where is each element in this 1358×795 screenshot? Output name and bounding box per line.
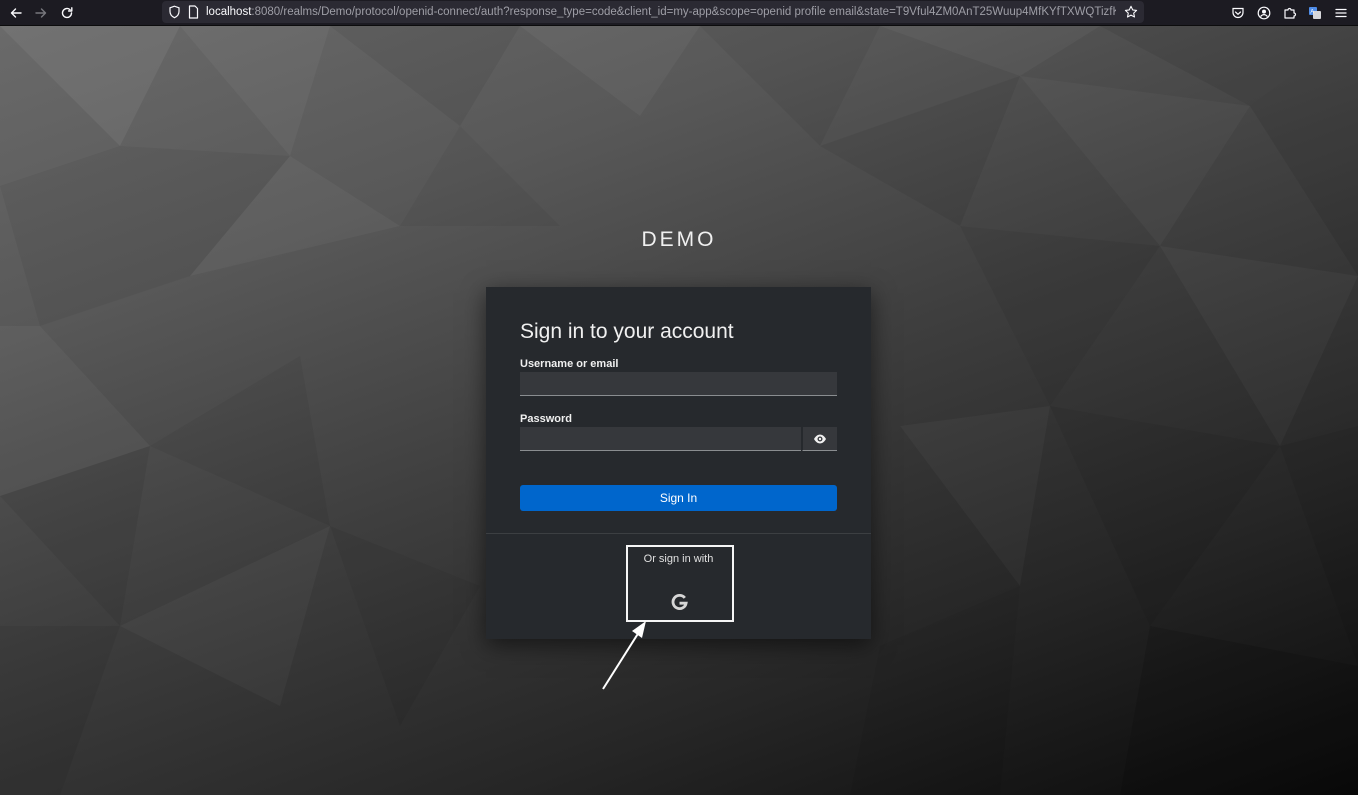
- puzzle-icon: [1284, 7, 1297, 19]
- pocket-icon: [1232, 7, 1244, 18]
- login-page: DEMO Sign in to your account Username or…: [0, 26, 1358, 795]
- menu-button[interactable]: [1331, 0, 1351, 25]
- url-path: :8080/realms/Demo/protocol/openid-connec…: [251, 6, 1116, 18]
- browser-toolbar: localhost:8080/realms/Demo/protocol/open…: [0, 0, 1358, 26]
- page-icon[interactable]: [188, 5, 199, 19]
- annotation-arrow: [602, 621, 646, 690]
- hamburger-menu-icon: [1335, 8, 1347, 17]
- reload-button[interactable]: [56, 0, 78, 25]
- account-button[interactable]: [1254, 0, 1274, 25]
- back-arrow-icon: [10, 7, 22, 18]
- eye-icon: [814, 434, 826, 443]
- forward-button[interactable]: [30, 0, 52, 25]
- back-button[interactable]: [5, 0, 27, 25]
- username-input[interactable]: [520, 372, 837, 396]
- bookmark-star-icon[interactable]: [1124, 5, 1138, 19]
- account-icon: [1257, 6, 1271, 19]
- translate-button[interactable]: A: [1305, 0, 1325, 25]
- pocket-button[interactable]: [1228, 0, 1248, 25]
- url-text[interactable]: localhost:8080/realms/Demo/protocol/open…: [206, 1, 1116, 23]
- realm-title: DEMO: [641, 228, 717, 251]
- password-label: Password: [520, 413, 572, 425]
- password-input[interactable]: [520, 427, 801, 451]
- url-host: localhost: [206, 6, 252, 18]
- google-signin-button[interactable]: [664, 587, 694, 617]
- reload-icon: [61, 6, 73, 18]
- google-icon: [671, 593, 688, 610]
- social-login-section: Or sign in with: [486, 534, 871, 639]
- login-heading: Sign in to your account: [520, 320, 734, 343]
- sign-in-button[interactable]: Sign In: [520, 485, 837, 511]
- shield-icon[interactable]: [168, 5, 181, 19]
- social-login-heading: Or sign in with: [643, 553, 714, 565]
- translate-icon: A: [1309, 6, 1321, 19]
- forward-arrow-icon: [35, 7, 47, 18]
- login-card: Sign in to your account Username or emai…: [486, 287, 871, 639]
- extensions-button[interactable]: [1280, 0, 1300, 25]
- username-label: Username or email: [520, 358, 619, 370]
- svg-text:A: A: [1310, 9, 1314, 15]
- url-bar[interactable]: localhost:8080/realms/Demo/protocol/open…: [162, 1, 1144, 23]
- show-password-button[interactable]: [802, 427, 837, 451]
